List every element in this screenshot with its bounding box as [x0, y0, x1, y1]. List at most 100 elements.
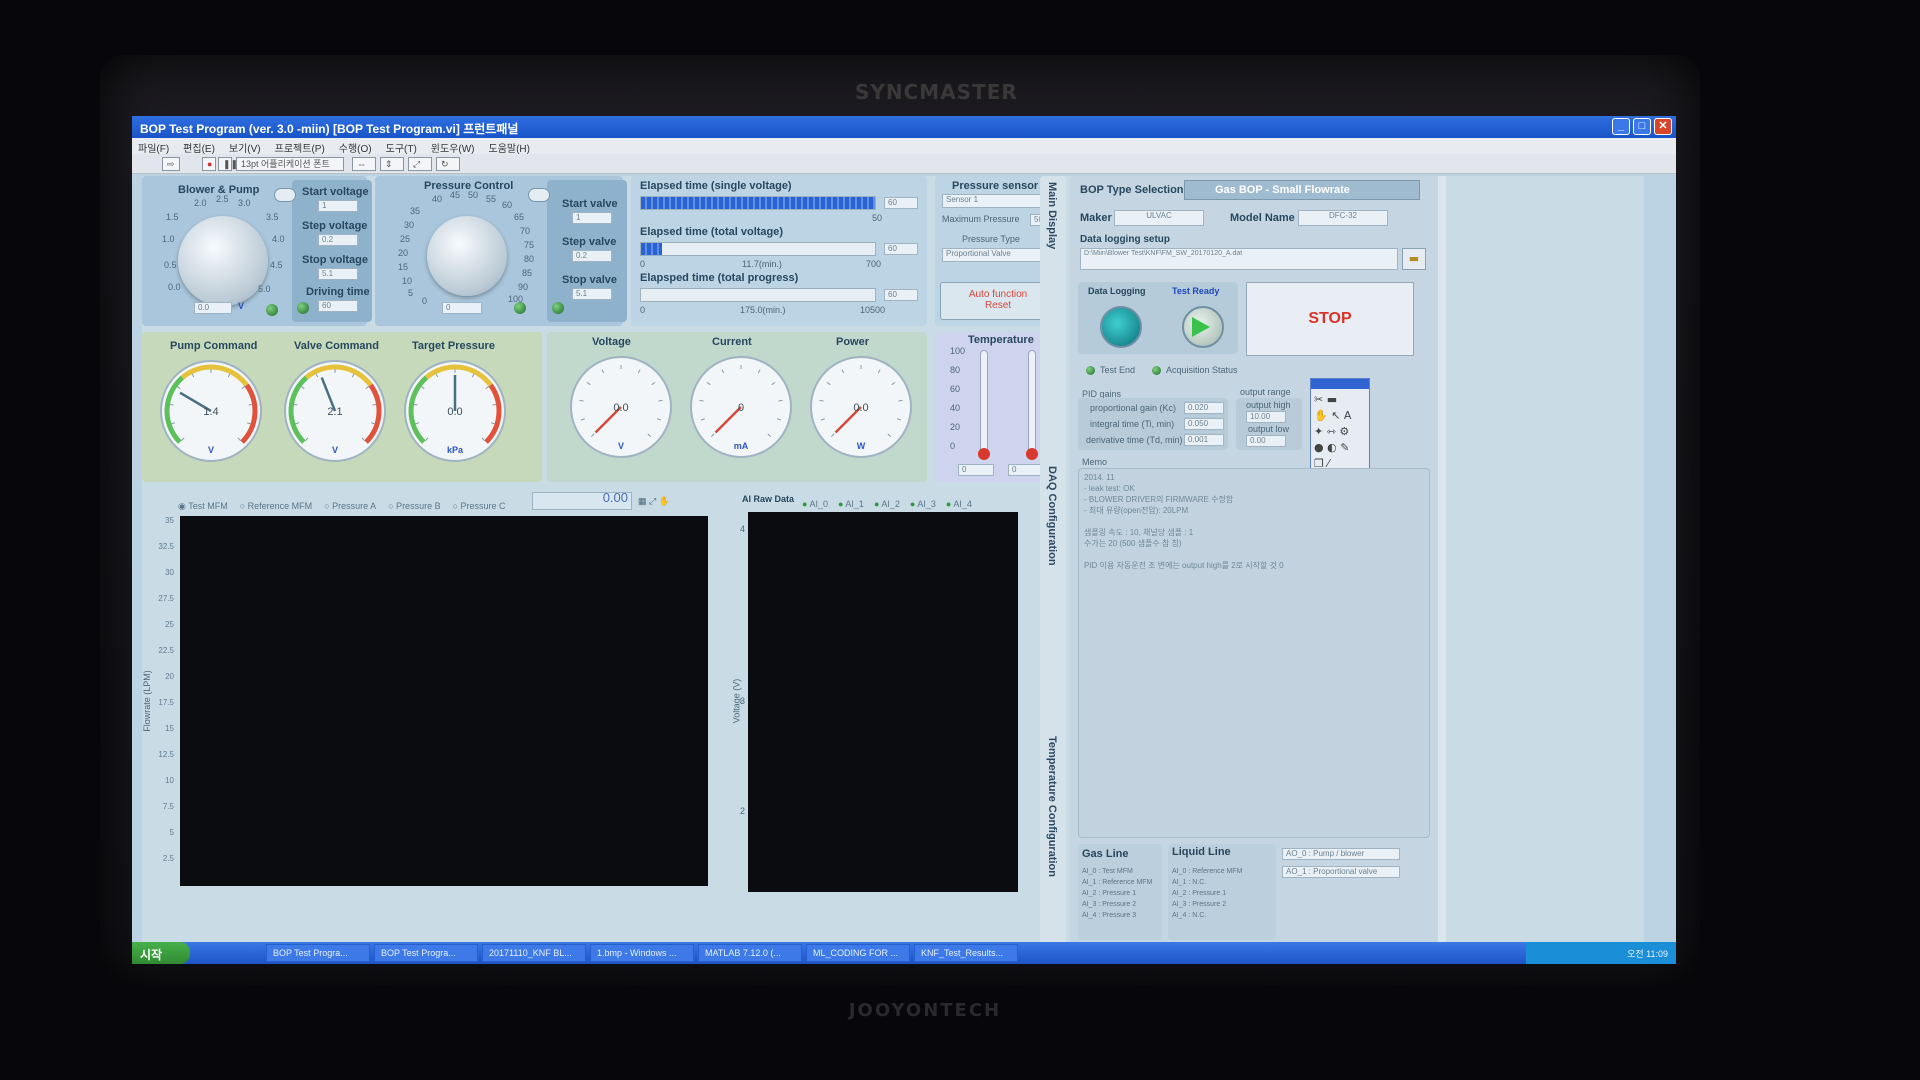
gauge-unit: kPa	[447, 445, 464, 455]
start-valve-input[interactable]: 1	[572, 212, 612, 224]
elapsed-single-max[interactable]: 60	[884, 197, 918, 209]
liquid-line-list: AI_0 : Reference MFM AI_1 : N.C. AI_2 : Pr…	[1172, 866, 1272, 921]
run-arrow-icon[interactable]: ⇨	[162, 157, 180, 171]
tab-daq-configuration[interactable]: DAQ Configuration	[1046, 466, 1058, 566]
data-logging-label: Data Logging	[1088, 286, 1146, 296]
ao-0: AO_0 : Pump / blower	[1282, 848, 1400, 860]
resize-icon[interactable]: ⤢	[408, 157, 432, 171]
font-select[interactable]: 13pt 어플리케이션 폰트	[236, 157, 344, 171]
mfm-radio-option[interactable]: ○ Pressure C	[453, 501, 506, 511]
taskbar-item[interactable]: MATLAB 7.12.0 (...	[698, 944, 802, 962]
model-field[interactable]: DFC-32	[1298, 210, 1388, 226]
abort-icon[interactable]: ●	[202, 157, 216, 171]
bop-type-label: BOP Type Selection	[1080, 184, 1184, 196]
graph-tools-icon[interactable]: ▦ ⤢ ✋	[638, 496, 670, 507]
pressure-toggle[interactable]	[528, 188, 550, 202]
vertical-scrollbar[interactable]	[1438, 176, 1446, 948]
temp-bulb-left	[978, 448, 990, 460]
elapsed-total-end: 700	[866, 259, 882, 269]
valve-command-gauge: 2.1 V	[284, 360, 386, 462]
blower-knob[interactable]	[178, 216, 268, 306]
mfm-radio-option[interactable]: ○ Reference MFM	[240, 501, 312, 511]
mfm-radio-option[interactable]: ◉ Test MFM	[178, 501, 228, 511]
maker-field[interactable]: ULVAC	[1114, 210, 1204, 226]
ai-channel-toggle[interactable]: ● AI_1	[838, 499, 864, 509]
pressure-type-select[interactable]: Proportional Valve	[942, 248, 1054, 262]
minimize-icon[interactable]: _	[1612, 118, 1630, 135]
clock: 오전 11:09	[1627, 949, 1668, 959]
reorder-icon[interactable]: ↻	[436, 157, 460, 171]
start-voltage-label: Start voltage	[302, 186, 369, 198]
auto-reset-button[interactable]: Auto function Reset	[940, 282, 1056, 320]
bop-type-select[interactable]: Gas BOP - Small Flowrate	[1184, 180, 1420, 200]
ai-channel-toggle[interactable]: ● AI_2	[874, 499, 900, 509]
memo-label: Memo	[1082, 457, 1108, 467]
pause-icon[interactable]: ❚❚	[218, 157, 238, 171]
taskbar-item[interactable]: 20171110_KNF BL...	[482, 944, 586, 962]
tools-palette-icons[interactable]: ✂ ▬ ✋ ↖ A ✦ ⇿ ⚙ ● ◐ ✎ ❐ ⁄	[1311, 389, 1369, 475]
driving-time-input[interactable]: 60	[318, 300, 358, 312]
close-icon[interactable]: ✕	[1654, 118, 1672, 135]
temp-tick: 0	[950, 441, 956, 451]
blower-knob-value[interactable]: 0.0	[194, 302, 232, 314]
ai-channel-toggle[interactable]: ● AI_4	[946, 499, 972, 509]
out-high-input[interactable]: 10.00	[1246, 411, 1286, 423]
stop-voltage-input[interactable]: 5.1	[318, 268, 358, 280]
distribute-icon[interactable]: ⇕	[380, 157, 404, 171]
mfm-ylabel: Flowrate (LPM)	[141, 670, 152, 732]
out-low-input[interactable]: 0.00	[1246, 435, 1286, 447]
taskbar-item[interactable]: 1.bmp - Windows ...	[590, 944, 694, 962]
gauge-value: 0	[738, 402, 744, 414]
step-voltage-input[interactable]: 0.2	[318, 234, 358, 246]
stop-valve-input[interactable]: 5.1	[572, 288, 612, 300]
pressure-knob[interactable]	[427, 216, 507, 296]
ai-raw-chart[interactable]	[748, 512, 1018, 892]
kc-input[interactable]: 0.020	[1184, 402, 1224, 414]
start-button[interactable]: 시작	[132, 942, 190, 964]
ai-channel-toggle[interactable]: ● AI_0	[802, 499, 828, 509]
driving-time-label: Driving time	[306, 286, 370, 298]
mfm-radio-option[interactable]: ○ Pressure B	[388, 501, 440, 511]
start-voltage-input[interactable]: 1	[318, 200, 358, 212]
taskbar-item[interactable]: BOP Test Progra...	[266, 944, 370, 962]
mfm-radio-option[interactable]: ○ Pressure A	[324, 501, 376, 511]
elapsed-total-start: 0	[640, 259, 646, 269]
elapsed-progress-max[interactable]: 60	[884, 289, 918, 301]
logging-path[interactable]: D:\Miin\Blower Test\KNF\FM_SW_20170120_A…	[1080, 248, 1398, 270]
monitor-brand-bottom: JOOYONTECH	[848, 1000, 1002, 1021]
gauge-value: 0.0	[853, 402, 868, 414]
tab-main-display[interactable]: Main Display	[1046, 182, 1058, 249]
target-pressure-gauge: 0.0 kPa	[404, 360, 506, 462]
td-input[interactable]: 0.001	[1184, 434, 1224, 446]
ti-input[interactable]: 0.050	[1184, 418, 1224, 430]
out-high-label: output high	[1246, 400, 1291, 410]
gas-line-title: Gas Line	[1082, 848, 1129, 860]
tab-temperature-configuration[interactable]: Temperature Configuration	[1046, 736, 1058, 877]
pump-command-gauge: 1.4 V	[160, 360, 262, 462]
pressure-sensor-title: Pressure sensor	[952, 180, 1039, 192]
mfm-chart[interactable]	[180, 516, 708, 886]
ai-channel-toggle[interactable]: ● AI_3	[910, 499, 936, 509]
elapsed-total-max[interactable]: 60	[884, 243, 918, 255]
pressure-knob-value[interactable]: 0	[442, 302, 482, 314]
blower-led	[266, 304, 278, 316]
voltage-gauge: 0.0 V	[570, 356, 672, 458]
mfm-ytick: 2.5	[162, 854, 174, 863]
gauge-unit: mA	[734, 441, 749, 451]
folder-browse-icon[interactable]: ▬	[1402, 248, 1426, 270]
blower-toggle[interactable]	[274, 188, 296, 202]
gas-line-list: AI_0 : Test MFM AI_1 : Reference MFM AI_2 …	[1082, 866, 1162, 921]
stop-button[interactable]: STOP	[1246, 282, 1414, 356]
output-range-label: output range	[1240, 387, 1291, 397]
kc-label: proportional gain (Kc)	[1090, 403, 1177, 413]
taskbar-item[interactable]: BOP Test Progra...	[374, 944, 478, 962]
taskbar-item[interactable]: KNF_Test_Results...	[914, 944, 1018, 962]
sensor-select[interactable]: Sensor 1	[942, 194, 1054, 208]
maximize-icon[interactable]: □	[1633, 118, 1651, 135]
channel-map-item: AI_2 : Pressure 1	[1172, 890, 1227, 897]
align-icon[interactable]: ⇔	[352, 157, 376, 171]
step-valve-input[interactable]: 0.2	[572, 250, 612, 262]
tools-palette-titlebar	[1311, 379, 1369, 389]
voltage-gauge-title: Voltage	[592, 336, 631, 348]
taskbar-item[interactable]: ML_CODING FOR ...	[806, 944, 910, 962]
